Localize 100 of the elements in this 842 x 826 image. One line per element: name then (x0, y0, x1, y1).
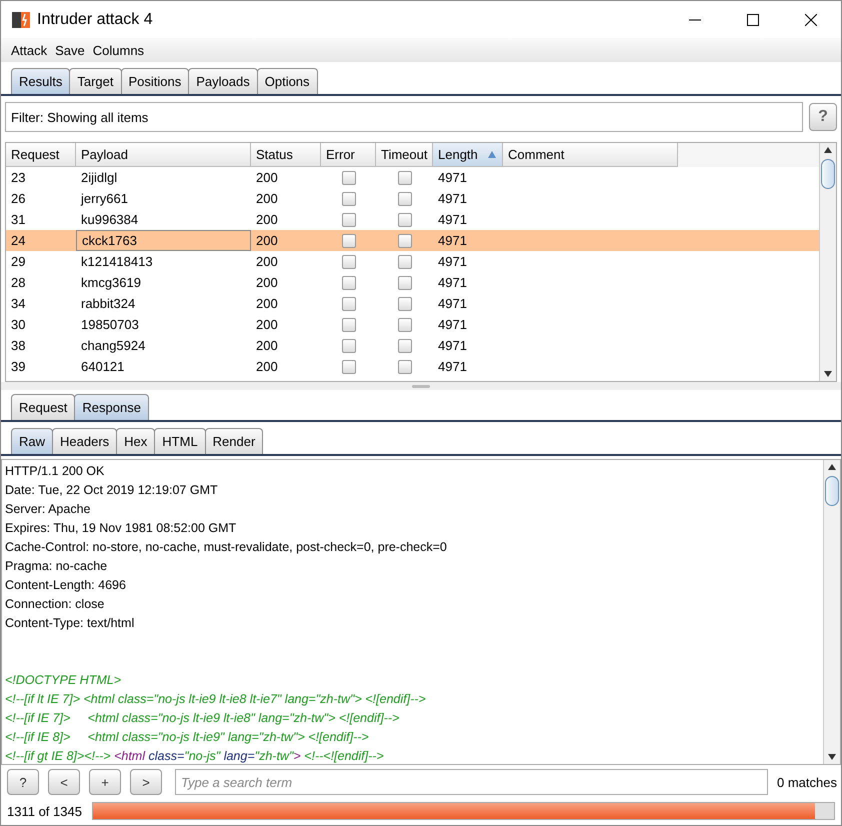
table-row[interactable]: 34 rabbit324 200 4971 (6, 293, 819, 314)
checkbox[interactable] (398, 212, 412, 226)
table-cell: 200 (256, 359, 278, 374)
checkbox[interactable] (342, 234, 356, 248)
column-header[interactable]: Comment (503, 143, 678, 167)
tab[interactable]: Options (256, 68, 318, 94)
scroll-thumb[interactable] (821, 159, 835, 189)
checkbox[interactable] (398, 254, 412, 268)
table-row[interactable]: 23 2ijidlgl 200 4971 (6, 167, 819, 188)
table-row[interactable]: 29 k121418413 200 4971 (6, 251, 819, 272)
tab[interactable]: Render (204, 428, 264, 454)
table-cell: 4971 (438, 233, 467, 248)
match-count: 0 matches (777, 774, 837, 790)
code-line: <!--[if lt IE 7]> <html class="no-js lt-ie9 lt-ie8 lt-ie7" lang="zh-tw"> <![endif]--> (5, 691, 427, 708)
next-button[interactable]: > (130, 769, 162, 795)
column-header[interactable]: Timeout (376, 143, 433, 167)
response-line: Expires: Thu, 19 Nov 1981 08:52:00 GMT (5, 520, 238, 537)
table-cell: 24 (11, 233, 26, 248)
filter-bar[interactable]: Filter: Showing all items (5, 102, 803, 132)
table-cell: 29 (11, 254, 26, 269)
checkbox[interactable] (342, 170, 356, 184)
scroll-up-icon[interactable] (828, 464, 836, 470)
tab[interactable]: Hex (116, 428, 156, 454)
table-row[interactable]: 30 19850703 200 4971 (6, 314, 819, 335)
scroll-down-icon[interactable] (824, 371, 832, 377)
response-line: HTTP/1.1 200 OK (5, 463, 106, 480)
column-header[interactable]: Error (321, 143, 376, 167)
checkbox[interactable] (398, 234, 412, 248)
table-cell: 4971 (438, 170, 467, 185)
table-cell: 2ijidlgl (81, 170, 118, 185)
table-cell: 200 (256, 233, 278, 248)
add-button[interactable]: + (89, 769, 121, 795)
checkbox[interactable] (398, 338, 412, 352)
checkbox[interactable] (342, 276, 356, 290)
response-line: Content-Type: text/html (5, 615, 136, 632)
table-cell: 4971 (438, 317, 467, 332)
column-header[interactable]: Payload (76, 143, 251, 167)
menu-item[interactable]: Columns (92, 42, 144, 58)
column-header[interactable]: Status (251, 143, 321, 167)
tab[interactable]: Request (11, 394, 76, 420)
table-row[interactable]: 39 640121 200 4971 (6, 356, 819, 377)
close-icon[interactable] (805, 14, 817, 26)
tab[interactable]: Target (69, 68, 122, 94)
table-cell: ckck1763 (82, 233, 137, 248)
splitter-handle[interactable] (412, 384, 430, 388)
tab[interactable]: Raw (11, 428, 54, 454)
table-row[interactable]: 26 jerry661 200 4971 (6, 188, 819, 209)
scroll-down-icon[interactable] (828, 754, 836, 760)
checkbox[interactable] (342, 254, 356, 268)
table-row[interactable]: 24 ckck1763 200 4971 (6, 230, 819, 251)
progress-count: 1311 of 1345 (7, 804, 82, 818)
tab[interactable]: Payloads (188, 68, 258, 94)
checkbox[interactable] (398, 318, 412, 332)
checkbox[interactable] (398, 296, 412, 310)
menu-item[interactable]: Attack (11, 42, 48, 58)
column-header[interactable]: Request (6, 143, 76, 167)
checkbox[interactable] (398, 276, 412, 290)
help-button[interactable]: ? (809, 103, 837, 131)
checkbox[interactable] (398, 192, 412, 206)
menu-item[interactable]: Save (55, 42, 85, 58)
checkbox[interactable] (342, 360, 356, 374)
checkbox[interactable] (342, 318, 356, 332)
tab[interactable]: HTML (154, 428, 206, 454)
table-cell: 4971 (438, 191, 467, 206)
code-line: <!--[if gt IE 8]><!--> <html class="no-js" lang="zh-tw"> <!--<![endif]--> (5, 748, 385, 765)
table-cell: 30 (11, 317, 26, 332)
app-logo-icon (11, 10, 31, 30)
help-button[interactable]: ? (7, 769, 39, 795)
table-cell: jerry661 (81, 191, 128, 206)
table-cell: 200 (256, 275, 278, 290)
tab[interactable]: Positions (120, 68, 190, 94)
scroll-up-icon[interactable] (824, 147, 832, 153)
checkbox[interactable] (398, 360, 412, 374)
checkbox[interactable] (342, 212, 356, 226)
table-row[interactable]: 28 kmcg3619 200 4971 (6, 272, 819, 293)
table-row[interactable]: 31 ku996384 200 4971 (6, 209, 819, 230)
table-cell: 34 (11, 296, 26, 311)
column-header[interactable]: Length (433, 143, 503, 167)
table-cell: 200 (256, 338, 278, 353)
table-cell: kmcg3619 (81, 275, 141, 290)
scroll-thumb[interactable] (825, 476, 839, 506)
search-field[interactable]: Type a search term (175, 769, 768, 795)
tab[interactable]: Response (74, 394, 149, 420)
maximize-icon[interactable] (747, 14, 759, 26)
table-cell: k121418413 (81, 254, 153, 269)
checkbox[interactable] (342, 192, 356, 206)
checkbox[interactable] (398, 170, 412, 184)
checkbox[interactable] (342, 338, 356, 352)
table-cell: 28 (11, 275, 26, 290)
tab[interactable]: Results (11, 68, 70, 94)
response-line: Connection: close (5, 596, 106, 613)
table-cell: 200 (256, 296, 278, 311)
scrollbar[interactable] (823, 460, 840, 764)
tab[interactable]: Headers (52, 428, 118, 454)
previous-button[interactable]: < (48, 769, 80, 795)
table-cell: 200 (256, 191, 278, 206)
scrollbar[interactable] (819, 143, 836, 381)
table-row[interactable]: 38 chang5924 200 4971 (6, 335, 819, 356)
table-cell: ku996384 (81, 212, 138, 227)
checkbox[interactable] (342, 296, 356, 310)
